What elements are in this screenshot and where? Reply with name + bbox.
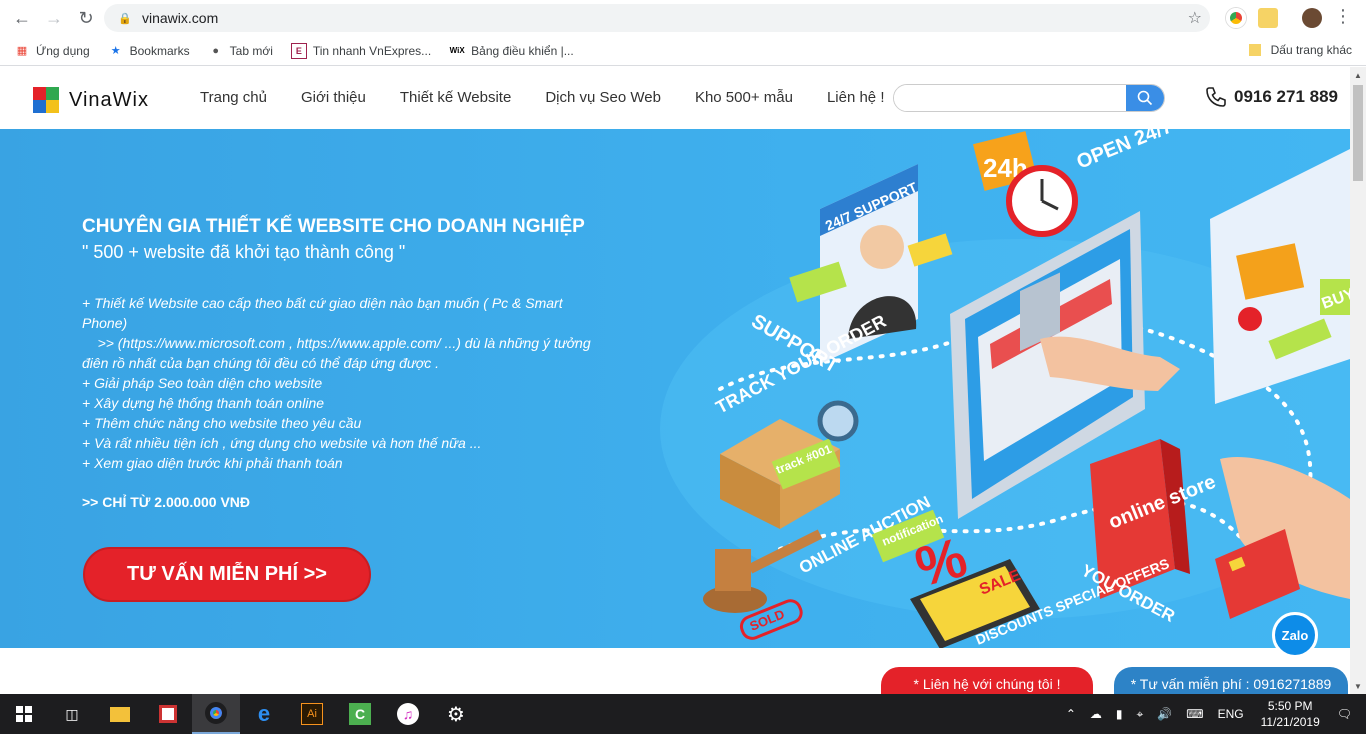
task-view-icon[interactable]: ◫ [48, 694, 96, 734]
windows-taskbar: ◫ e Ai C ♫ ⚙ ⌃ ☁ ▮ ⌖ 🔊 ⌨ ENG 5:50 PM 11/… [0, 694, 1366, 734]
menu-item-templates[interactable]: Kho 500+ mẫu [695, 89, 793, 106]
phone-number: 0916 271 889 [1234, 87, 1338, 106]
main-menu: Trang chủ Giới thiệu Thiết kế Website Dị… [200, 89, 918, 106]
header-phone[interactable]: 0916 271 889 [1204, 85, 1338, 109]
system-tray: ⌃ ☁ ▮ ⌖ 🔊 ⌨ ENG 5:50 PM 11/21/2019 🗨 [1059, 694, 1366, 734]
shopping-cart-card: BUY [1210, 149, 1350, 404]
wix-icon: WiX [449, 46, 465, 55]
phone-icon [1206, 87, 1226, 107]
star-icon: ★ [110, 45, 121, 57]
hero-feature-list: + Thiết kế Website cao cấp theo bất cứ g… [82, 293, 604, 473]
bookmark-label: Tin nhanh VnExpres... [312, 43, 432, 58]
bookmark-star-icon[interactable]: ☆ [1188, 8, 1202, 28]
bookmark-label: Bookmarks [129, 43, 190, 58]
forward-icon[interactable]: → [38, 2, 70, 34]
ecommerce-illustration: 24/7 SUPPORT SUPPORT 24h OPEN 24/7 onlin… [660, 129, 1350, 648]
lock-icon: 🔒 [118, 12, 132, 25]
file-explorer-icon[interactable] [96, 694, 144, 734]
logo-text: VinaWix [69, 88, 149, 111]
extension-icon[interactable] [1258, 8, 1278, 28]
other-bookmarks[interactable]: Dấu trang khác [1248, 43, 1352, 57]
page-scrollbar[interactable]: ▲ ▼ [1350, 67, 1366, 694]
profile-avatar[interactable] [1302, 8, 1322, 28]
wifi-icon[interactable]: ⌖ [1137, 707, 1144, 722]
scroll-down-icon[interactable]: ▼ [1350, 678, 1366, 694]
feature-item: + Thêm chức năng cho website theo yêu cầ… [82, 415, 362, 431]
back-icon[interactable]: ← [6, 2, 38, 34]
site-search [893, 84, 1165, 112]
camtasia-icon[interactable]: C [336, 694, 384, 734]
language-indicator[interactable]: ENG [1218, 707, 1244, 721]
scroll-up-icon[interactable]: ▲ [1350, 67, 1366, 83]
feature-item: + Xây dựng hệ thống thanh toán online [82, 395, 325, 411]
chrome-taskbar-icon[interactable] [192, 694, 240, 734]
reload-icon[interactable]: ↻ [70, 2, 102, 34]
volume-icon[interactable]: 🔊 [1157, 707, 1172, 721]
keyboard-icon[interactable]: ⌨ [1186, 707, 1203, 721]
bookmarks-bar: ▦ Ứng dụng ★ Bookmarks ● Tab mới E Tin n… [0, 36, 1366, 66]
hero-subtitle: " 500 + website đã khởi tạo thành công " [82, 242, 406, 262]
zalo-chat-button[interactable]: Zalo [1272, 612, 1318, 658]
chrome-extension-icon[interactable] [1226, 8, 1246, 28]
menu-item-web-design[interactable]: Thiết kế Website [400, 89, 511, 106]
cloud-icon[interactable]: ☁ [1090, 707, 1102, 721]
menu-item-about[interactable]: Giới thiệu [301, 89, 366, 106]
bookmark-label: Tab mới [229, 43, 273, 58]
scroll-thumb[interactable] [1353, 85, 1363, 181]
folder-icon [1248, 44, 1261, 56]
browser-menu-icon[interactable]: ⋮ [1334, 6, 1352, 27]
menu-item-seo[interactable]: Dịch vụ Seo Web [545, 89, 661, 106]
search-input[interactable] [894, 85, 1126, 111]
bookmark-label: Bảng điều khiển |... [471, 43, 574, 58]
bookmark-vnexpress[interactable]: E Tin nhanh VnExpres... [290, 42, 432, 59]
browser-toolbar: ← → ↻ 🔒 vinawix.com ☆ ⋮ [0, 0, 1366, 36]
vnexpress-icon: E [290, 42, 307, 59]
clock-icon: 24h [972, 131, 1078, 237]
clock-date: 11/21/2019 [1260, 715, 1320, 729]
price-text: >> CHỈ TỪ 2.000.000 VNĐ [82, 494, 251, 510]
notification-center-icon[interactable]: 🗨 [1337, 707, 1352, 721]
feature-item: >> (https://www.microsoft.com , https://… [82, 335, 595, 371]
hero-banner: CHUYÊN GIA THIẾT KẾ WEBSITE CHO DOANH NG… [0, 129, 1350, 648]
open-label: OPEN 24/7 [1074, 129, 1176, 174]
bookmark-label: Ứng dụng [36, 43, 90, 58]
itunes-icon[interactable]: ♫ [384, 694, 432, 734]
hero-title: CHUYÊN GIA THIẾT KẾ WEBSITE CHO DOANH NG… [82, 216, 585, 237]
menu-item-home[interactable]: Trang chủ [200, 89, 267, 106]
other-bookmarks-label: Dấu trang khác [1270, 43, 1352, 57]
site-header: VinaWix Trang chủ Giới thiệu Thiết kế We… [0, 67, 1350, 129]
bookmark-new-tab[interactable]: ● Tab mới [208, 43, 273, 59]
search-icon [1137, 90, 1153, 106]
site-logo[interactable]: VinaWix [33, 87, 149, 113]
bookmark-wix[interactable]: WiX Bảng điều khiển |... [449, 43, 574, 59]
bookmark-apps[interactable]: ▦ Ứng dụng [14, 43, 90, 59]
search-button[interactable] [1126, 85, 1164, 111]
bookmark-bookmarks[interactable]: ★ Bookmarks [108, 43, 190, 59]
illustrator-icon[interactable]: Ai [288, 694, 336, 734]
feature-item: + Thiết kế Website cao cấp theo bất cứ g… [82, 295, 563, 331]
apps-grid-icon: ▦ [16, 45, 28, 57]
free-consult-button[interactable]: TƯ VẤN MIỄN PHÍ >> [83, 547, 371, 602]
battery-icon[interactable]: ▮ [1116, 707, 1123, 721]
feature-item: + Và rất nhiều tiện ích , ứng dụng cho w… [82, 435, 482, 451]
chevron-up-icon[interactable]: ⌃ [1066, 707, 1076, 721]
windows-start-icon[interactable] [0, 694, 48, 734]
logo-mark-icon [33, 87, 59, 113]
settings-gear-icon[interactable]: ⚙ [432, 694, 480, 734]
clock-time: 5:50 PM [1267, 699, 1313, 713]
url-text: vinawix.com [142, 10, 219, 26]
feature-item: + Giải pháp Seo toàn diện cho website [82, 375, 323, 391]
menu-item-contact[interactable]: Liên hệ ! [827, 89, 885, 106]
clock[interactable]: 5:50 PM 11/21/2019 [1261, 698, 1320, 730]
feature-item: + Xem giao diện trước khi phải thanh toá… [82, 455, 343, 471]
store-app-icon[interactable] [144, 694, 192, 734]
edge-icon[interactable]: e [240, 694, 288, 734]
address-bar[interactable]: 🔒 vinawix.com ☆ [104, 4, 1210, 32]
globe-icon: ● [212, 44, 219, 57]
